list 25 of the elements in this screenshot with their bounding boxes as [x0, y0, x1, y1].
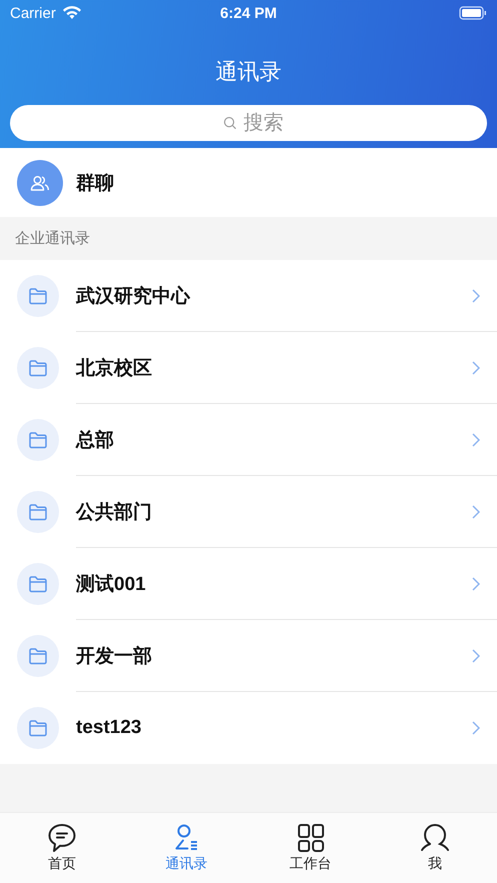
department-row[interactable]: 公共部门: [0, 476, 497, 548]
tab-item[interactable]: 首页: [0, 813, 124, 883]
department-name: 北京校区: [76, 356, 152, 380]
page-title: 通讯录: [216, 58, 282, 86]
department-name: test123: [76, 717, 142, 739]
group-chat-label: 群聊: [76, 172, 114, 196]
department-name: 测试001: [76, 572, 146, 596]
search-field[interactable]: 搜索: [10, 105, 487, 141]
department-name: 公共部门: [76, 500, 152, 524]
department-row[interactable]: test123: [0, 692, 497, 764]
department-name: 武汉研究中心: [76, 284, 190, 308]
department-row[interactable]: 武汉研究中心: [0, 260, 497, 332]
department-row[interactable]: 总部: [0, 404, 497, 476]
department-row[interactable]: 测试001: [0, 548, 497, 620]
department-row[interactable]: 开发一部: [0, 620, 497, 692]
department-row[interactable]: 北京校区: [0, 332, 497, 404]
tab-item[interactable]: 通讯录: [124, 813, 248, 883]
department-name: 总部: [76, 428, 114, 452]
tab-item[interactable]: 我: [372, 813, 497, 883]
clock-time: 6:24 PM: [220, 4, 277, 22]
group-chat-row[interactable]: 群聊: [0, 148, 497, 217]
section-header: 企业通讯录: [14, 229, 91, 249]
carrier-label: Carrier: [10, 4, 56, 22]
tab-item[interactable]: 工作台: [248, 813, 373, 883]
department-name: 开发一部: [76, 644, 152, 668]
